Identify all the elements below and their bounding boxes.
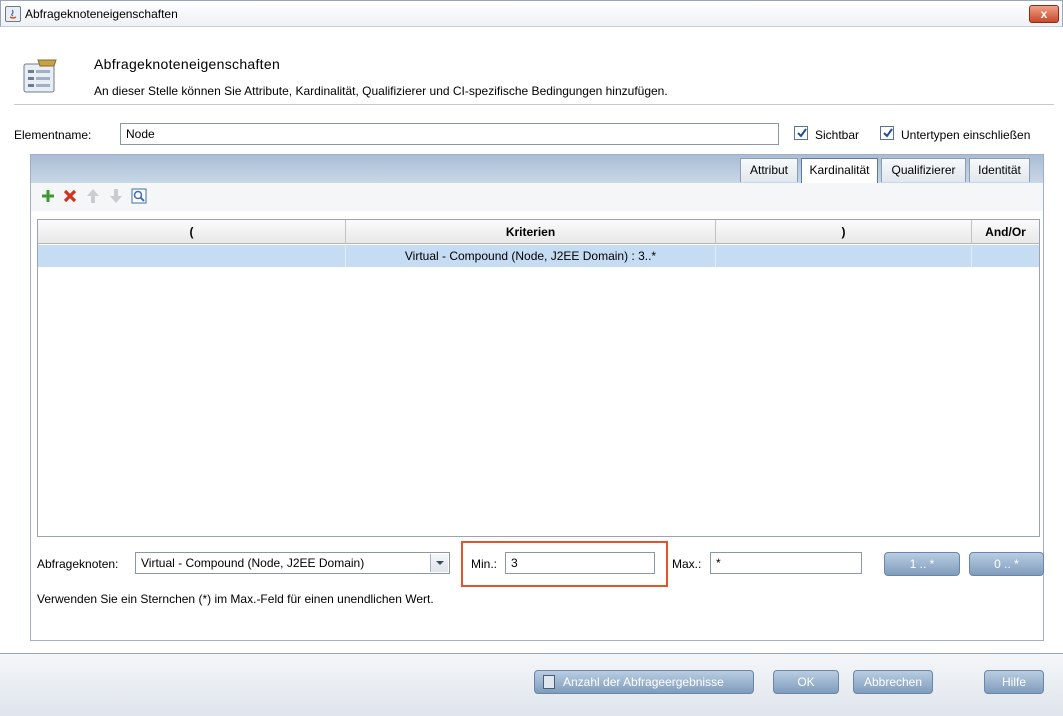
move-down-icon[interactable] <box>106 186 126 206</box>
close-button[interactable]: x <box>1029 5 1059 23</box>
query-result-count-button[interactable]: Anzahl der Abfrageergebnisse <box>534 670 754 694</box>
cell-criteria[interactable]: Virtual - Compound (Node, J2EE Domain) :… <box>346 245 716 267</box>
max-field-hint: Verwenden Sie ein Sternchen (*) im Max.-… <box>37 592 434 606</box>
column-close-paren[interactable]: ) <box>716 220 972 244</box>
move-up-icon[interactable] <box>83 186 103 206</box>
min-field[interactable]: 3 <box>505 552 655 574</box>
min-label: Min.: <box>471 557 498 571</box>
cell-and-or[interactable] <box>972 245 1039 267</box>
header-divider <box>14 104 1054 105</box>
help-button[interactable]: Hilfe <box>984 670 1044 694</box>
query-node-label: Abfrageknoten: <box>37 557 119 571</box>
cell-open-paren[interactable] <box>38 245 346 267</box>
header-description: An dieser Stelle können Sie Attribute, K… <box>94 84 668 98</box>
window-title: Abfrageknoteneigenschaften <box>25 7 178 21</box>
column-kriterien[interactable]: Kriterien <box>346 220 716 244</box>
delete-icon[interactable] <box>60 186 80 206</box>
calculator-icon <box>543 675 555 689</box>
properties-clipboard-icon <box>20 58 60 94</box>
max-field[interactable]: * <box>710 552 862 574</box>
tab-attribut[interactable]: Attribut <box>740 158 798 182</box>
tab-qualifizierer[interactable]: Qualifizierer <box>881 158 966 182</box>
cancel-button[interactable]: Abbrechen <box>853 670 933 694</box>
query-node-value: Virtual - Compound (Node, J2EE Domain) <box>141 556 365 570</box>
element-name-field[interactable]: Node <box>120 123 779 145</box>
element-name-label: Elementname: <box>14 128 92 142</box>
criteria-toolbar <box>31 183 1043 211</box>
visible-label: Sichtbar <box>815 128 860 142</box>
column-and-or[interactable]: And/Or <box>972 220 1039 244</box>
java-app-icon <box>5 6 21 22</box>
preset-zero-to-many-button[interactable]: 0 .. * <box>969 552 1044 576</box>
max-label: Max.: <box>672 557 702 571</box>
add-icon[interactable] <box>38 186 58 206</box>
title-bar: Abfrageknoteneigenschaften x <box>0 0 1063 27</box>
include-subtypes-label: Untertypen einschließen <box>901 128 1031 142</box>
tab-identitaet[interactable]: Identität <box>969 158 1030 182</box>
tab-kardinalitaet[interactable]: Kardinalität <box>801 158 878 183</box>
ok-button[interactable]: OK <box>773 670 839 694</box>
visible-checkbox[interactable] <box>794 126 808 140</box>
include-subtypes-checkbox[interactable] <box>880 126 894 140</box>
chevron-down-icon[interactable] <box>430 554 448 572</box>
preview-icon[interactable] <box>129 186 149 206</box>
preset-one-to-many-button[interactable]: 1 .. * <box>884 552 960 576</box>
header-title: Abfrageknoteneigenschaften <box>94 56 281 72</box>
cell-close-paren[interactable] <box>716 245 972 267</box>
column-open-paren[interactable]: ( <box>38 220 346 244</box>
query-result-count-label: Anzahl der Abfrageergebnisse <box>563 675 724 689</box>
